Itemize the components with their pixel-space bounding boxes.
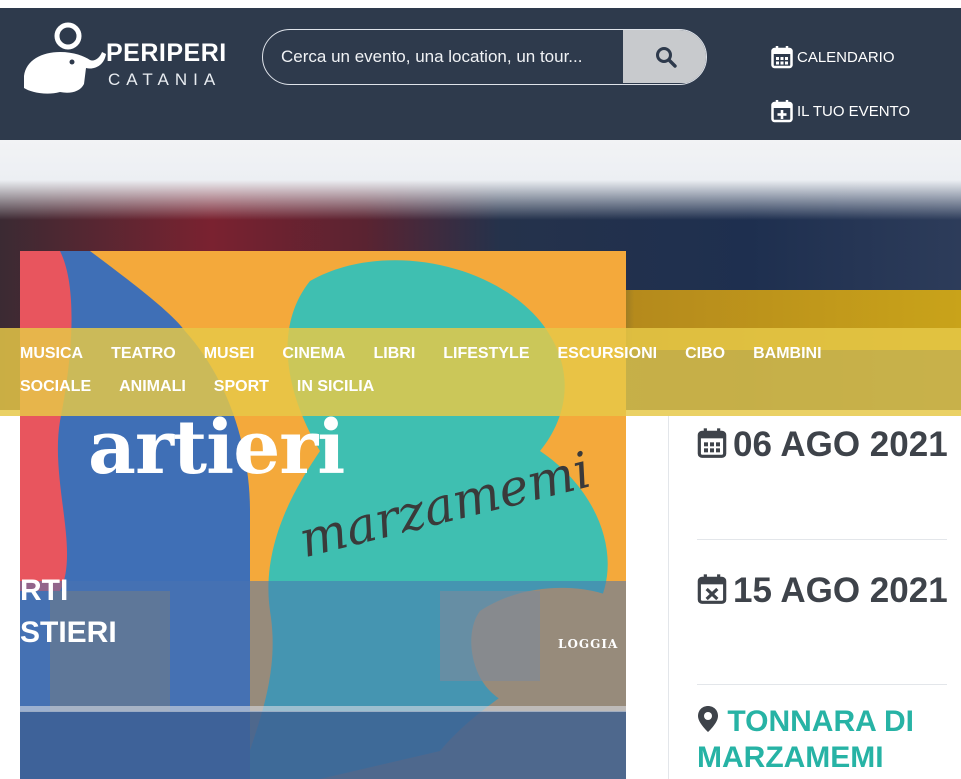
category-lifestyle[interactable]: LIFESTYLE <box>443 345 529 363</box>
event-end-date-text: 15 AGO 2021 <box>733 571 948 610</box>
brand-title: PERIPERI <box>106 39 227 67</box>
nav-your-event-label: IL TUO EVENTO <box>797 102 911 120</box>
event-info-panel: 06 AGO 2021 15 AGO 2021 TONNARA DI MARZA… <box>668 416 961 779</box>
nav-calendar-link[interactable]: CALENDARIO <box>771 45 895 69</box>
nav-calendar-label: CALENDARIO <box>797 48 895 66</box>
map-pin-icon <box>698 706 718 732</box>
calendar-x-icon <box>697 574 727 604</box>
nav-your-event-link[interactable]: IL TUO EVENTO <box>771 99 910 123</box>
category-bambini[interactable]: BAMBINI <box>753 345 821 363</box>
category-in-sicilia[interactable]: IN SICILIA <box>297 378 374 396</box>
category-row-2: SOCIALE ANIMALI SPORT IN SICILIA <box>20 378 374 396</box>
category-sport[interactable]: SPORT <box>214 378 269 396</box>
site-logo[interactable]: PERIPERI CATANIA <box>20 22 230 102</box>
category-cinema[interactable]: CINEMA <box>282 345 345 363</box>
category-nav: MUSICA TEATRO MUSEI CINEMA LIBRI LIFESTY… <box>0 328 961 416</box>
poster-left-text: RTI STIERI <box>20 570 117 654</box>
category-cibo[interactable]: CIBO <box>685 345 725 363</box>
divider <box>697 539 947 540</box>
event-start-date-text: 06 AGO 2021 <box>733 425 948 464</box>
category-teatro[interactable]: TEATRO <box>111 345 176 363</box>
event-location-text: TONNARA DI MARZAMEMI <box>697 705 915 774</box>
poster-left-line-2: STIERI <box>20 616 117 649</box>
calendar-plus-icon <box>771 100 793 123</box>
calendar-icon <box>771 46 793 69</box>
calendar-icon <box>697 428 727 458</box>
divider <box>697 684 947 685</box>
search-box <box>262 29 707 85</box>
brand-subtitle: CATANIA <box>108 70 222 89</box>
poster-headline: artieri <box>88 405 345 491</box>
event-start-date: 06 AGO 2021 <box>697 420 948 470</box>
category-escursioni[interactable]: ESCURSIONI <box>558 345 658 363</box>
category-animali[interactable]: ANIMALI <box>119 378 186 396</box>
category-musei[interactable]: MUSEI <box>204 345 255 363</box>
category-row-1: MUSICA TEATRO MUSEI CINEMA LIBRI LIFESTY… <box>20 345 822 363</box>
event-location-link[interactable]: TONNARA DI MARZAMEMI <box>697 704 961 776</box>
category-musica[interactable]: MUSICA <box>20 345 83 363</box>
category-sociale[interactable]: SOCIALE <box>20 378 91 396</box>
search-button[interactable] <box>623 30 706 83</box>
site-header: PERIPERI CATANIA CALENDARIO <box>0 8 961 140</box>
search-input[interactable] <box>263 30 623 83</box>
elephant-logo-icon <box>24 22 106 94</box>
category-libri[interactable]: LIBRI <box>373 345 415 363</box>
poster-left-line-1: RTI <box>20 574 69 607</box>
search-icon <box>655 46 677 68</box>
poster-loggia-text: LOGGIA <box>558 637 619 651</box>
event-end-date: 15 AGO 2021 <box>697 566 948 616</box>
